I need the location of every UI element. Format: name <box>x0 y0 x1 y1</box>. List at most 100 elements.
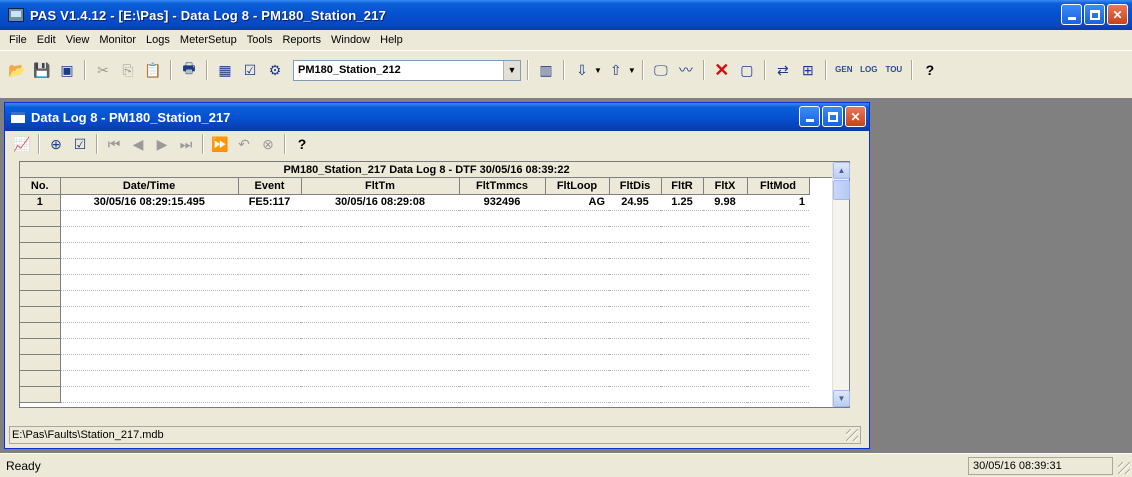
row-number: 1 <box>20 194 61 211</box>
menu-view[interactable]: View <box>61 34 95 46</box>
empty-cell <box>545 386 609 403</box>
properties-icon[interactable]: ☑ <box>239 59 261 81</box>
child-close-button[interactable]: ✕ <box>845 106 866 127</box>
menu-reports[interactable]: Reports <box>277 34 326 46</box>
empty-cell <box>238 258 301 275</box>
empty-table-row[interactable] <box>20 226 809 243</box>
minimize-button[interactable] <box>1061 4 1082 25</box>
menu-metersetup[interactable]: MeterSetup <box>175 34 242 46</box>
print-icon[interactable]: 🖶 <box>178 59 200 81</box>
connect-icon[interactable]: ⚙ <box>264 59 286 81</box>
maximize-button[interactable] <box>1084 4 1105 25</box>
menu-logs[interactable]: Logs <box>141 34 175 46</box>
empty-table-row[interactable] <box>20 338 809 355</box>
empty-cell <box>60 370 238 387</box>
scroll-up-icon[interactable]: ▲ <box>833 162 850 179</box>
skip-icon[interactable]: ⏩ <box>209 133 231 155</box>
prev-record-icon[interactable]: ◀ <box>127 133 149 155</box>
menu-help[interactable]: Help <box>375 34 408 46</box>
help-icon[interactable]: ? <box>919 59 941 81</box>
column-header[interactable]: FltTmmcs <box>459 178 546 195</box>
save-icon[interactable]: 💾 <box>31 59 53 81</box>
mdi-client-area: Data Log 8 - PM180_Station_217 ✕ 📈 ⊕ ☑ ⏮… <box>0 98 1132 453</box>
resize-grip-icon[interactable] <box>1118 462 1130 474</box>
graph-icon[interactable]: 📈 <box>11 133 33 155</box>
menu-monitor[interactable]: Monitor <box>94 34 141 46</box>
last-record-icon[interactable]: ⏭ <box>175 133 197 155</box>
column-header[interactable]: FltTm <box>301 178 460 195</box>
column-header[interactable]: FltMod <box>747 178 810 195</box>
download-dropdown-icon[interactable]: ▼ <box>594 66 602 75</box>
menu-file[interactable]: File <box>4 34 32 46</box>
child-title-bar[interactable]: Data Log 8 - PM180_Station_217 ✕ <box>5 103 869 131</box>
app-title-bar[interactable]: PAS V1.4.12 - [E:\Pas] - Data Log 8 - PM… <box>0 0 1132 30</box>
upload-icon[interactable]: ⇧ <box>605 59 627 81</box>
empty-table-row[interactable] <box>20 370 809 387</box>
empty-table-row[interactable] <box>20 322 809 339</box>
tou-icon[interactable]: TOU <box>883 59 905 81</box>
waveform-icon[interactable]: 〰 <box>675 59 697 81</box>
scroll-thumb[interactable] <box>833 180 850 200</box>
paste-icon[interactable]: 📋 <box>142 59 164 81</box>
rtm-data-icon[interactable]: ▥ <box>535 59 557 81</box>
stop-icon[interactable]: ✕ <box>711 59 733 81</box>
empty-cell <box>661 338 703 355</box>
child-minimize-button[interactable] <box>799 106 820 127</box>
column-header[interactable]: FltDis <box>609 178 662 195</box>
empty-table-row[interactable] <box>20 274 809 291</box>
vertical-scrollbar[interactable]: ▲ ▼ <box>832 162 850 407</box>
save-all-icon[interactable]: ▣ <box>56 59 78 81</box>
table-row[interactable]: 1 30/05/16 08:29:15.495 FE5:117 30/05/16… <box>20 194 809 211</box>
first-record-icon[interactable]: ⏮ <box>103 133 125 155</box>
minimize-icon <box>805 119 814 122</box>
reset-icon[interactable]: ▢ <box>736 59 758 81</box>
empty-cell <box>238 226 301 243</box>
cancel-icon[interactable]: ⊗ <box>257 133 279 155</box>
next-record-icon[interactable]: ▶ <box>151 133 173 155</box>
menu-edit[interactable]: Edit <box>32 34 61 46</box>
empty-table-row[interactable] <box>20 386 809 403</box>
calendar-icon[interactable]: ▦ <box>214 59 236 81</box>
status-text: Ready <box>6 458 41 473</box>
empty-table-row[interactable] <box>20 290 809 307</box>
column-header[interactable]: FltLoop <box>545 178 610 195</box>
scroll-down-icon[interactable]: ▼ <box>833 390 850 407</box>
empty-table-row[interactable] <box>20 354 809 371</box>
column-header[interactable]: Event <box>238 178 302 195</box>
empty-cell <box>661 306 703 323</box>
empty-table-row[interactable] <box>20 242 809 259</box>
download-icon[interactable]: ⇩ <box>571 59 593 81</box>
column-header[interactable]: No. <box>20 178 61 195</box>
menu-window[interactable]: Window <box>326 34 375 46</box>
log-icon[interactable]: LOG <box>858 59 880 81</box>
empty-table-row[interactable] <box>20 258 809 275</box>
empty-cell <box>301 338 459 355</box>
pas-app-icon[interactable] <box>8 8 24 22</box>
column-header[interactable]: FltR <box>661 178 704 195</box>
help-icon[interactable]: ? <box>291 133 313 155</box>
monitor-icon[interactable]: 🖵 <box>650 59 672 81</box>
upload-dropdown-icon[interactable]: ▼ <box>628 66 636 75</box>
column-header[interactable]: FltX <box>703 178 748 195</box>
cut-icon[interactable]: ✂ <box>92 59 114 81</box>
resize-grip-icon[interactable] <box>846 429 858 441</box>
gen-icon[interactable]: GEN <box>833 59 855 81</box>
properties-icon[interactable]: ☑ <box>69 133 91 155</box>
undo-icon[interactable]: ↶ <box>233 133 255 155</box>
copy-icon[interactable]: ⎘ <box>117 59 139 81</box>
site-select[interactable]: PM180_Station_212 ▼ <box>293 59 521 81</box>
phasor-icon[interactable]: ⊕ <box>45 133 67 155</box>
chevron-down-icon[interactable]: ▼ <box>503 60 520 80</box>
empty-table-row[interactable] <box>20 210 809 227</box>
sync-icon[interactable]: ⇄ <box>772 59 794 81</box>
import-icon[interactable]: ⊞ <box>797 59 819 81</box>
main-toolbar: 📂 💾 ▣ ✂ ⎘ 📋 🖶 ▦ ☑ ⚙ PM180_Station_212 ▼ … <box>0 50 1132 98</box>
child-maximize-button[interactable] <box>822 106 843 127</box>
data-grid[interactable]: PM180_Station_217 Data Log 8 - DTF 30/05… <box>19 161 850 408</box>
close-button[interactable]: ✕ <box>1107 4 1128 25</box>
empty-table-row[interactable] <box>20 306 809 323</box>
column-header[interactable]: Date/Time <box>60 178 239 195</box>
menu-tools[interactable]: Tools <box>242 34 278 46</box>
open-folder-icon[interactable]: 📂 <box>6 59 28 81</box>
empty-cell <box>301 210 459 227</box>
